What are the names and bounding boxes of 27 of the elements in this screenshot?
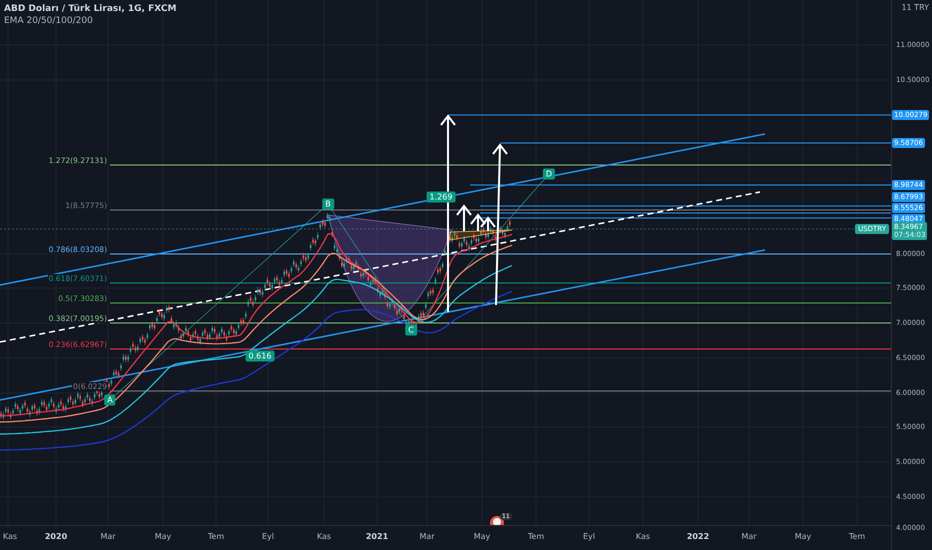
time-axis-label: Kas xyxy=(316,532,332,541)
triangle-shape xyxy=(450,230,512,240)
pattern-point-label: A xyxy=(104,394,116,406)
time-axis-label: Mar xyxy=(741,532,757,541)
time-axis-label: May xyxy=(154,532,172,541)
currency-label[interactable]: 11 TRY xyxy=(901,3,929,12)
time-axis-label: May xyxy=(474,532,490,541)
pattern-point-label: C xyxy=(405,324,417,336)
chart-title: ABD Doları / Türk Lirası, 1G, FXCM xyxy=(4,4,176,14)
pattern-point-label: B xyxy=(322,198,334,210)
time-axis-label: 2022 xyxy=(686,532,710,541)
time-axis-label: May xyxy=(794,532,812,541)
time-axis-label: Tem xyxy=(848,532,866,541)
time-axis-label: 2021 xyxy=(366,532,388,541)
time-axis-label: Tem xyxy=(208,532,224,541)
time-axis-label: Eyl xyxy=(262,532,274,541)
ratio-label: 1.269 xyxy=(426,192,456,202)
time-axis-label: Mar xyxy=(100,532,116,541)
time-axis-label: Eyl xyxy=(583,532,595,541)
pattern-point-label: D xyxy=(542,168,556,180)
time-axis-label: Tem xyxy=(528,532,544,541)
time-axis-label: Mar xyxy=(419,532,435,541)
indicator-label: EMA 20/50/100/200 xyxy=(4,16,94,26)
ratio-label: 0.616 xyxy=(246,350,274,362)
time-axis-label: Kas xyxy=(2,532,18,541)
time-axis-label: 2020 xyxy=(44,532,68,541)
time-axis-label: Kas xyxy=(636,532,650,541)
